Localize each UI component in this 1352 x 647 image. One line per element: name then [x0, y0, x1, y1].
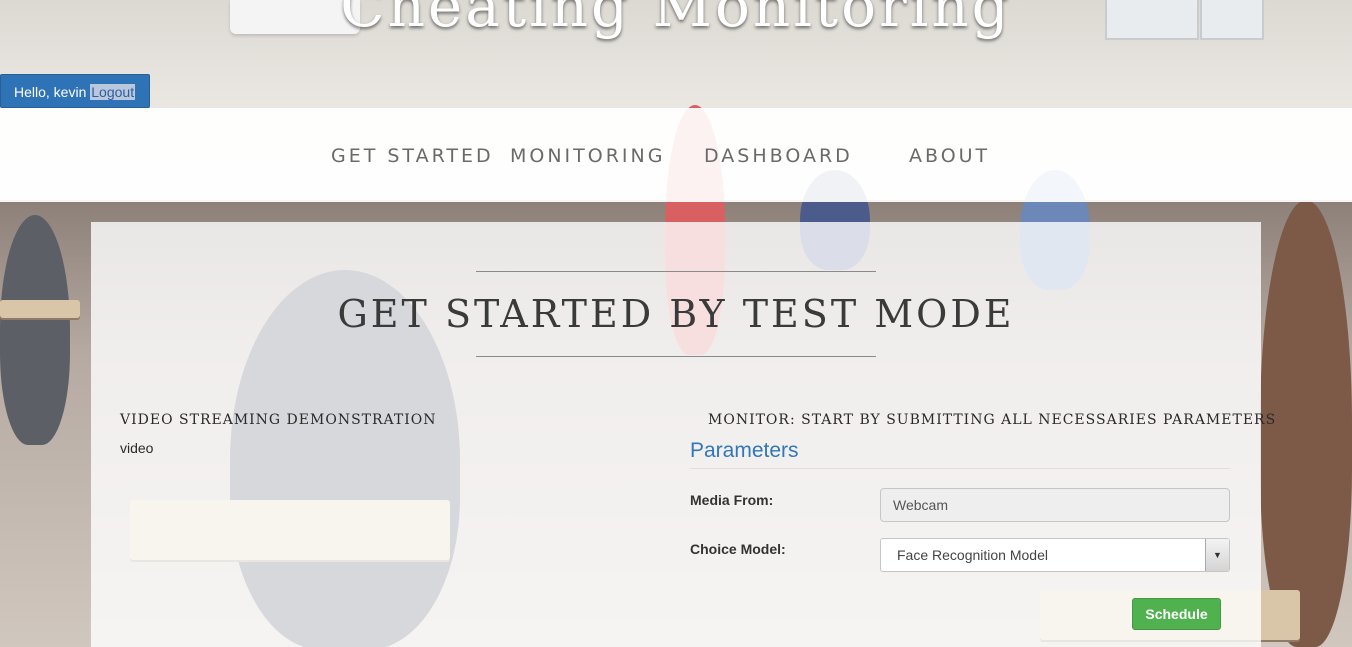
nav-get-started[interactable]: GET STARTED	[331, 145, 494, 167]
choice-model-label: Choice Model:	[690, 541, 786, 557]
choice-model-select[interactable]: Face Recognition Model ▼	[880, 538, 1230, 572]
dropdown-arrow-icon[interactable]: ▼	[1205, 539, 1229, 571]
nav-dashboard[interactable]: DASHBOARD	[704, 145, 853, 167]
nav-about[interactable]: ABOUT	[909, 145, 990, 167]
parameters-legend: Parameters	[690, 439, 1230, 469]
video-section-title: VIDEO STREAMING DEMONSTRATION	[120, 412, 437, 428]
logout-link[interactable]: Logout	[90, 84, 136, 100]
monitor-section-title: MONITOR: START BY SUBMITTING ALL NECESSA…	[708, 412, 1277, 428]
nav-monitoring[interactable]: MONITORING	[510, 145, 665, 167]
main-navbar: GET STARTED MONITORING DASHBOARD ABOUT	[0, 108, 1352, 202]
user-greeting: Hello, kevin	[14, 84, 87, 100]
video-placeholder: video	[120, 440, 154, 456]
media-from-label: Media From:	[690, 492, 774, 508]
heading-divider-bottom	[476, 356, 876, 357]
main-panel: GET STARTED BY TEST MODE VIDEO STREAMING…	[91, 222, 1275, 647]
user-greeting-box: Hello, kevin Logout	[0, 74, 150, 108]
heading-divider-top	[476, 271, 876, 272]
media-from-input[interactable]: Webcam	[880, 488, 1230, 522]
page-heading: GET STARTED BY TEST MODE	[337, 292, 1015, 336]
choice-model-value: Face Recognition Model	[897, 547, 1048, 563]
schedule-button[interactable]: Schedule	[1132, 598, 1221, 630]
site-title: Cheating Monitoring	[340, 0, 1012, 40]
